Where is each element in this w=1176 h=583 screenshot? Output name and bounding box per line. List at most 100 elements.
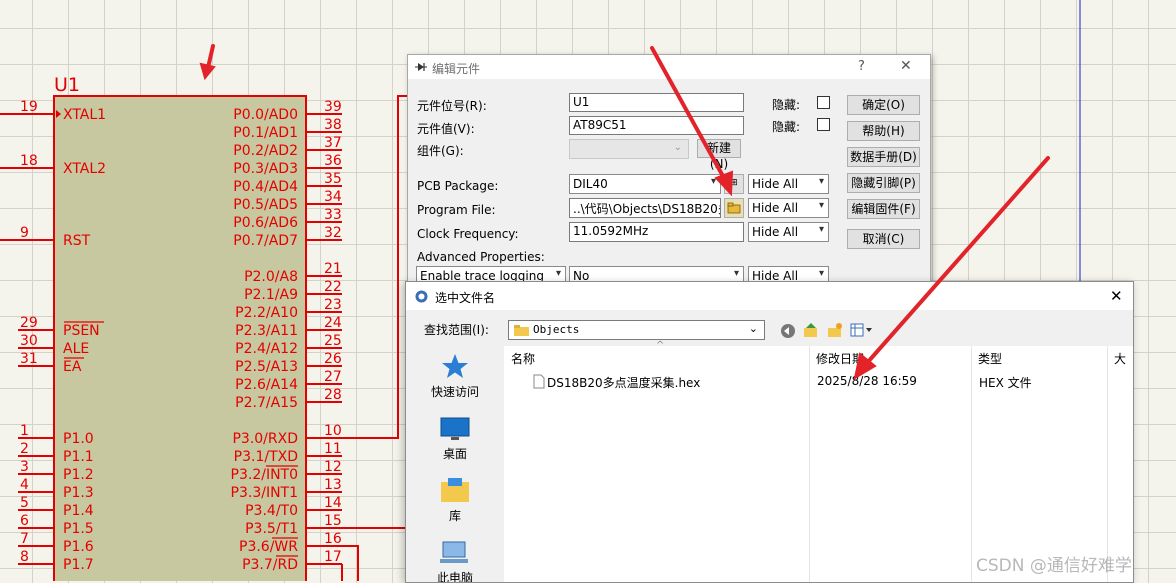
pin-number: 7 xyxy=(20,531,29,547)
datasheet-button[interactable]: 数据手册(D) xyxy=(847,147,920,167)
column-header-date[interactable]: 修改日期 xyxy=(816,350,864,367)
pcb-visibility-select[interactable]: Hide All ▾ xyxy=(748,174,829,194)
chevron-down-icon: ▾ xyxy=(818,268,824,279)
pin-label: P0.2/AD2 xyxy=(233,143,298,159)
place-desktop[interactable]: 桌面 xyxy=(406,416,504,462)
program-visibility-select[interactable]: Hide All ▾ xyxy=(748,198,829,218)
hide-value-checkbox[interactable] xyxy=(817,118,830,131)
pin-label: P2.3/A11 xyxy=(235,323,298,339)
help-icon[interactable]: ? xyxy=(858,59,865,74)
pin-number: 13 xyxy=(324,477,342,493)
cancel-button[interactable]: 取消(C) xyxy=(847,229,920,249)
column-header-size[interactable]: 大 xyxy=(1114,350,1126,367)
pin-label: P1.6 xyxy=(63,539,94,555)
pin-number: 19 xyxy=(20,99,38,115)
pin-number: 3 xyxy=(20,459,29,475)
pin-number: 12 xyxy=(324,459,342,475)
pin-label: P2.0/A8 xyxy=(244,269,298,285)
star-icon xyxy=(442,354,468,378)
pin-label: P3.7/RD xyxy=(242,557,298,573)
pin-label: RST xyxy=(63,233,91,249)
wire-p30-rxd[interactable] xyxy=(306,95,407,439)
clock-frequency-input[interactable]: 11.0592MHz xyxy=(569,222,744,242)
pin-number: 15 xyxy=(324,513,342,529)
place-label: 快速访问 xyxy=(430,385,479,399)
clock-visibility-value: Hide All xyxy=(752,225,799,239)
watermark: CSDN @通信好难学 xyxy=(976,556,1132,576)
pin-number: 34 xyxy=(324,189,342,205)
chevron-down-icon: ▾ xyxy=(818,200,824,211)
file-icon xyxy=(533,374,545,389)
group-label: 组件(G): xyxy=(417,144,464,158)
group-select[interactable]: ⌄ xyxy=(569,139,689,159)
pin-label: P3.3/INT1 xyxy=(231,485,298,501)
lookin-select[interactable]: Objects ⌄ xyxy=(508,320,765,340)
pin-label: ALE xyxy=(63,341,89,357)
pin-label: P3.1/TXD xyxy=(234,449,298,465)
edit-dialog-titlebar[interactable]: 编辑元件 ? ✕ xyxy=(408,55,930,79)
pin-label: P0.0/AD0 xyxy=(233,107,298,123)
pin-number: 26 xyxy=(324,351,342,367)
pin-number: 11 xyxy=(324,441,342,457)
ok-button[interactable]: 确定(O) xyxy=(847,95,920,115)
chevron-down-icon: ⌄ xyxy=(673,142,682,153)
file-row[interactable]: DS18B20多点温度采集.hex 2025/8/28 16:59 HEX 文件 xyxy=(506,372,1126,392)
pin-number: 14 xyxy=(324,495,342,511)
clock-frequency-label: Clock Frequency: xyxy=(417,227,519,241)
edit-dialog-title: 编辑元件 xyxy=(432,62,481,76)
place-quick-access[interactable]: 快速访问 xyxy=(406,352,504,400)
pin-label: P1.7 xyxy=(63,557,94,573)
pin-number: 5 xyxy=(20,495,29,511)
package-browse-icon[interactable]: ⊞ xyxy=(724,174,744,194)
app-icon xyxy=(415,290,428,303)
hide-ref-checkbox[interactable] xyxy=(817,96,830,109)
pin-label: P3.4/T0 xyxy=(245,503,298,519)
pin-number: 32 xyxy=(324,225,342,241)
back-icon[interactable] xyxy=(780,323,796,339)
up-folder-icon[interactable] xyxy=(803,322,819,338)
pin-label: P1.0 xyxy=(63,431,94,447)
pin-label: P3.0/RXD xyxy=(232,431,298,447)
close-icon[interactable]: ✕ xyxy=(1110,287,1123,305)
pin-label: P3.2/INT0 xyxy=(231,467,298,483)
place-this-pc[interactable]: 此电脑 xyxy=(406,540,504,582)
column-header-name[interactable]: 名称 xyxy=(511,350,535,367)
view-menu-icon[interactable] xyxy=(850,323,874,337)
pin-label: P0.6/AD6 xyxy=(233,215,298,231)
chevron-down-icon: ▾ xyxy=(818,224,824,235)
place-library[interactable]: 库 xyxy=(406,478,504,524)
folder-icon xyxy=(514,325,529,336)
hide-pins-button[interactable]: 隐藏引脚(P) xyxy=(847,173,920,193)
new-button[interactable]: 新建(N) xyxy=(697,139,741,171)
pin-label: P2.7/A15 xyxy=(235,395,298,411)
new-folder-icon[interactable] xyxy=(827,322,843,338)
pin-number: 39 xyxy=(324,99,342,115)
advanced-properties-label: Advanced Properties: xyxy=(417,250,545,264)
pin-label: P0.5/AD5 xyxy=(233,197,298,213)
pin-label: P1.5 xyxy=(63,521,94,537)
pin-number: 18 xyxy=(20,153,38,169)
file-type: HEX 文件 xyxy=(979,376,1032,390)
clock-visibility-select[interactable]: Hide All ▾ xyxy=(748,222,829,242)
close-icon[interactable]: ✕ xyxy=(900,58,912,74)
pcb-package-select[interactable]: DIL40 ▾ xyxy=(569,174,721,194)
file-chooser-dialog: 选中文件名 ✕ 查找范围(I): Objects ⌄ 快速访问 桌面 库 此电脑 xyxy=(405,281,1134,583)
column-header-type[interactable]: 类型 xyxy=(978,350,1002,367)
ref-input[interactable]: U1 xyxy=(569,93,744,112)
pin-number: 17 xyxy=(324,549,342,565)
pcb-package-label: PCB Package: xyxy=(417,179,499,193)
pin-number: 28 xyxy=(324,387,342,403)
pin-number: 4 xyxy=(20,477,29,493)
value-input[interactable]: AT89C51 xyxy=(569,116,744,135)
pin-number: 38 xyxy=(324,117,342,133)
folder-open-icon[interactable] xyxy=(724,198,744,218)
edit-firmware-button[interactable]: 编辑固件(F) xyxy=(847,199,920,219)
file-dialog-titlebar[interactable]: 选中文件名 ✕ xyxy=(406,282,1133,310)
pin-number: 9 xyxy=(20,225,29,241)
program-file-input[interactable]: ..\代码\Objects\DS18B20多点 xyxy=(569,198,721,218)
pcb-visibility-value: Hide All xyxy=(752,177,799,191)
help-button[interactable]: 帮助(H) xyxy=(847,121,920,141)
pin-number: 36 xyxy=(324,153,342,169)
pin-label: P0.1/AD1 xyxy=(233,125,298,141)
file-date: 2025/8/28 16:59 xyxy=(817,374,917,388)
